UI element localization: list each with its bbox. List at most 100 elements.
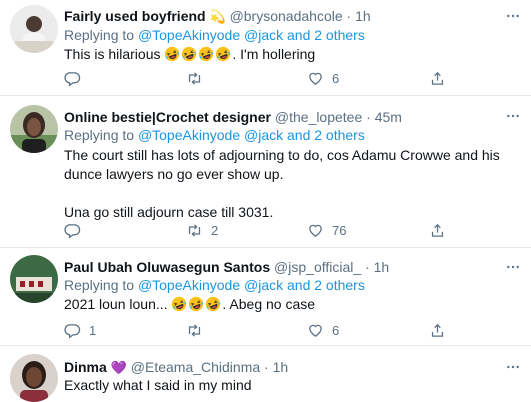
mention-link[interactable]: @TopeAkinyode <box>138 127 240 143</box>
reply-icon <box>64 70 81 87</box>
like-count: 6 <box>332 322 340 338</box>
like-icon <box>307 222 324 239</box>
separator-dot: · <box>365 259 370 275</box>
like-button[interactable]: 76 <box>307 220 346 240</box>
mention-link[interactable]: @jack <box>244 27 283 43</box>
timestamp[interactable]: 45m <box>375 109 402 125</box>
replying-to-label: Replying to <box>64 277 138 293</box>
retweet-count: 2 <box>211 222 219 238</box>
user-handle[interactable]: @brysonadahcole <box>230 8 343 24</box>
share-icon <box>429 70 446 87</box>
reply-count: 1 <box>89 322 97 338</box>
avatar[interactable] <box>10 255 58 303</box>
retweet-button[interactable]: 2 <box>186 220 218 240</box>
others-link[interactable]: 2 others <box>314 27 365 43</box>
user-handle[interactable]: @Eteama_Chidinma <box>131 359 260 375</box>
separator-dot: · <box>346 8 352 24</box>
retweet-button[interactable] <box>186 320 211 340</box>
tweet-header: Paul Ubah Oluwasegun Santos @jsp_officia… <box>64 258 389 276</box>
mention-link[interactable]: @TopeAkinyode <box>138 277 240 293</box>
tweet-actions: 1 6 <box>64 320 504 340</box>
reply-icon <box>64 222 81 239</box>
tweet-text-line: Exactly what I said in my mind <box>64 377 252 393</box>
share-button[interactable] <box>429 320 446 340</box>
tweet-2[interactable]: Online bestie|Crochet designer @the_lope… <box>0 95 531 248</box>
user-handle[interactable]: @the_lopetee <box>275 109 362 125</box>
reply-button[interactable] <box>64 220 89 240</box>
tweet-header: Online bestie|Crochet designer @the_lope… <box>64 108 402 126</box>
avatar[interactable] <box>10 5 58 53</box>
more-icon[interactable] <box>505 259 521 275</box>
replying-to: Replying to @TopeAkinyode @jack and 2 ot… <box>64 276 365 294</box>
separator-dot: · <box>366 109 371 125</box>
mention-link[interactable]: @jack <box>244 277 283 293</box>
share-icon <box>429 222 446 239</box>
timestamp[interactable]: 1h <box>374 259 390 275</box>
reply-button[interactable] <box>64 68 89 88</box>
mention-and: and <box>283 27 315 43</box>
like-icon <box>307 322 324 339</box>
laughing-emoji-icon <box>171 296 187 312</box>
others-link[interactable]: 2 others <box>314 277 365 293</box>
timestamp[interactable]: 1h <box>273 359 289 375</box>
laughing-emoji-icon <box>215 46 231 62</box>
laughing-emoji-icon <box>188 296 204 312</box>
retweet-icon <box>186 70 203 87</box>
more-icon[interactable] <box>505 8 521 24</box>
avatar[interactable] <box>10 105 58 153</box>
share-button[interactable] <box>429 220 446 240</box>
replying-to: Replying to @TopeAkinyode @jack and 2 ot… <box>64 26 365 44</box>
like-count: 76 <box>332 222 347 238</box>
tweet-1[interactable]: Fairly used boyfriend 💫 @brysonadahcole … <box>0 0 531 96</box>
display-name[interactable]: Dinma <box>64 359 107 375</box>
retweet-icon <box>186 322 203 339</box>
replying-to: Replying to @TopeAkinyode @jack and 2 ot… <box>64 126 365 144</box>
mention-link[interactable]: @TopeAkinyode <box>138 27 240 43</box>
like-count: 6 <box>332 70 340 86</box>
share-button[interactable] <box>429 68 446 88</box>
more-icon[interactable] <box>505 108 521 124</box>
like-button[interactable]: 6 <box>307 68 339 88</box>
separator-dot: · <box>264 359 269 375</box>
tweet-actions: 2 76 <box>64 220 504 240</box>
tweet-text-line: dunce lawyers no go ever show up. <box>64 166 284 182</box>
retweet-icon <box>186 222 203 239</box>
tweet-header: Dinma 💜 @Eteama_Chidinma · 1h <box>64 358 288 377</box>
laughing-emoji-icon <box>181 46 197 62</box>
more-icon[interactable] <box>505 359 521 375</box>
retweet-button[interactable] <box>186 68 211 88</box>
reply-icon <box>64 322 81 339</box>
reply-button[interactable]: 1 <box>64 320 96 340</box>
tweet-text: Exactly what I said in my mind <box>64 376 514 395</box>
purple-heart-emoji-icon: 💜 <box>110 360 127 375</box>
mention-and: and <box>283 277 315 293</box>
display-name[interactable]: Paul Ubah Oluwasegun Santos <box>64 259 270 275</box>
like-icon <box>307 70 324 87</box>
laughing-emoji-icon <box>164 46 180 62</box>
sparkle-emoji-icon: 💫 <box>209 9 226 24</box>
mention-link[interactable]: @jack <box>244 127 283 143</box>
like-button[interactable]: 6 <box>307 320 339 340</box>
laughing-emoji-icon <box>205 296 221 312</box>
tweet-text-start: 2021 loun loun... <box>64 296 172 312</box>
display-name[interactable]: Fairly used boyfriend <box>64 8 206 24</box>
tweet-text: 2021 loun loun... . Abeg no case <box>64 295 514 314</box>
mention-and: and <box>283 127 315 143</box>
share-icon <box>429 322 446 339</box>
tweet-actions: 6 <box>64 68 504 88</box>
others-link[interactable]: 2 others <box>314 127 365 143</box>
display-name[interactable]: Online bestie|Crochet designer <box>64 109 271 125</box>
tweet-text-start: This is hilarious <box>64 46 165 62</box>
avatar[interactable] <box>10 354 58 402</box>
tweet-text: The court still has lots of adjourning t… <box>64 146 514 222</box>
timestamp[interactable]: 1h <box>355 8 371 24</box>
user-handle[interactable]: @jsp_official_ <box>274 259 361 275</box>
tweet-text-end: . Abeg no case <box>222 296 316 312</box>
tweet-text-end: . I'm hollering <box>232 46 316 62</box>
tweet-header: Fairly used boyfriend 💫 @brysonadahcole … <box>64 7 371 26</box>
tweet-4[interactable]: Dinma 💜 @Eteama_Chidinma · 1h Exactly wh… <box>0 345 531 402</box>
tweet-text-line: The court still has lots of adjourning t… <box>64 147 500 163</box>
tweet-text: This is hilarious . I'm hollering <box>64 45 514 64</box>
tweet-3[interactable]: Paul Ubah Oluwasegun Santos @jsp_officia… <box>0 247 531 346</box>
laughing-emoji-icon <box>198 46 214 62</box>
